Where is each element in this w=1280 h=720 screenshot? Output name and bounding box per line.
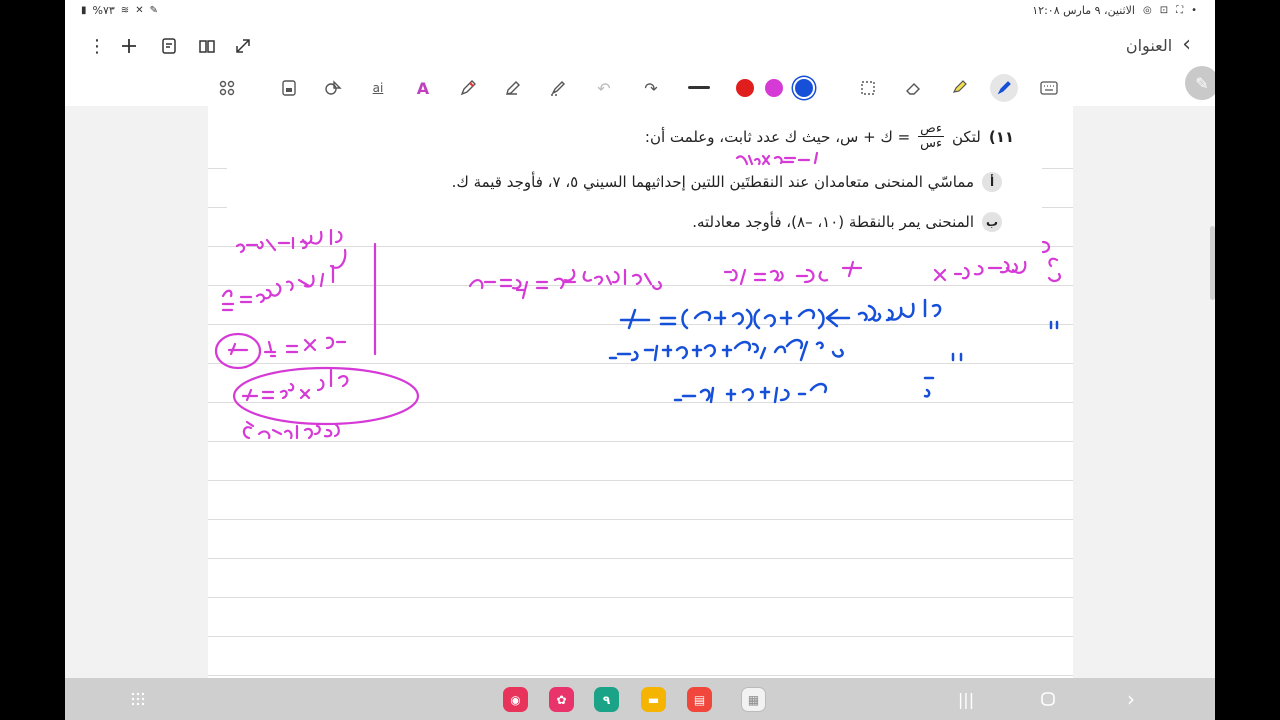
- fraction-numerator: ءص: [918, 121, 945, 137]
- tablet-screen: ▮ %٧٣ ≋ ✕ ✎ الاثنين، ٩ مارس ١٢:٠٨ ◎ ⊡ ⛶ …: [65, 0, 1215, 720]
- text-recognition-icon[interactable]: ai: [364, 74, 392, 102]
- calendar-day: ٩: [602, 692, 611, 707]
- color-magenta-swatch[interactable]: [765, 79, 783, 97]
- camera-app-icon[interactable]: ◉: [503, 687, 528, 712]
- expand-icon[interactable]: [229, 32, 257, 60]
- status-bar: ▮ %٧٣ ≋ ✕ ✎ الاثنين، ٩ مارس ١٢:٠٨ ◎ ⊡ ⛶ …: [65, 0, 1215, 22]
- color-red-swatch[interactable]: [736, 79, 754, 97]
- add-icon[interactable]: [115, 32, 143, 60]
- whatsapp-icon: ◎: [1142, 4, 1152, 16]
- part-b-text: المنحنى يمر بالنقطة (١٠، –٨)، فأوجد معاد…: [692, 213, 974, 231]
- question-box: ١١) لتكن ءص ءس = ك + س، حيث ك عدد ثابت، …: [227, 108, 1042, 238]
- keyboard-icon[interactable]: [1035, 74, 1063, 102]
- page-settings-icon[interactable]: [155, 32, 183, 60]
- notification-dot-icon: •: [1191, 4, 1197, 16]
- fraction-denominator: ءس: [920, 136, 943, 151]
- more-vertical-icon[interactable]: ⋮: [83, 32, 111, 60]
- document-title[interactable]: العنوان: [1126, 36, 1172, 55]
- undo-icon[interactable]: ↶: [590, 74, 618, 102]
- pen-tool-icon[interactable]: [454, 74, 482, 102]
- question-intro-rest: = ك + س، حيث ك عدد ثابت، وعلمت أن:: [644, 127, 911, 146]
- wifi-icon: ≋: [120, 4, 130, 16]
- part-b-badge: ب: [982, 212, 1002, 232]
- pen-status-icon: ✎: [149, 4, 158, 16]
- flower-app-icon[interactable]: ✿: [549, 687, 574, 712]
- battery-icon: ▮: [81, 4, 87, 16]
- shapes-icon[interactable]: [319, 74, 347, 102]
- datetime: الاثنين، ٩ مارس ١٢:٠٨: [1032, 4, 1135, 17]
- back-nav-icon[interactable]: ›: [1118, 686, 1144, 712]
- question-number: ١١): [988, 127, 1014, 146]
- multi-app-icon[interactable]: ▦: [741, 687, 766, 712]
- derivative-fraction: ءص ءس: [918, 121, 945, 151]
- calendar-app-icon[interactable]: ٩: [594, 687, 619, 712]
- reading-mode-icon[interactable]: [193, 32, 221, 60]
- status-right: الاثنين، ٩ مارس ١٢:٠٨ ◎ ⊡ ⛶ •: [1032, 4, 1197, 17]
- notes-app-icon[interactable]: ▤: [687, 687, 712, 712]
- eraser-icon[interactable]: [899, 74, 927, 102]
- lasso-select-icon[interactable]: [854, 74, 882, 102]
- pen-toolbar: ai A ↶ ↷: [65, 70, 1215, 106]
- redo-icon[interactable]: ↷: [637, 74, 665, 102]
- scrollbar-thumb[interactable]: [1210, 226, 1215, 300]
- text-style-icon[interactable]: A: [409, 74, 437, 102]
- part-a-badge: أ: [982, 172, 1002, 192]
- files-app-icon[interactable]: ▬: [641, 687, 666, 712]
- question-intro: ١١) لتكن ءص ءس = ك + س، حيث ك عدد ثابت، …: [645, 122, 1014, 151]
- lock-document-icon[interactable]: [275, 74, 303, 102]
- app-bar: ⋮ العنوان ‹: [65, 24, 1215, 68]
- navigation-bar: ◉ ✿ ٩ ▬ ▤ ▦ ||| ›: [65, 678, 1215, 720]
- mute-icon: ✕: [135, 4, 144, 16]
- recent-apps-icon[interactable]: |||: [953, 686, 979, 712]
- home-icon[interactable]: [1035, 686, 1061, 712]
- highlighter-icon[interactable]: [945, 74, 973, 102]
- part-b: ب المنحنى يمر بالنقطة (١٠، –٨)، فأوجد مع…: [692, 212, 1002, 232]
- part-a: أ مماسّي المنحنى متعامدان عند النقطتَين …: [452, 172, 1002, 192]
- screenshot-icon: ⛶: [1176, 4, 1184, 16]
- app-drawer-icon[interactable]: [125, 686, 151, 712]
- status-left: ▮ %٧٣ ≋ ✕ ✎: [81, 4, 158, 17]
- screen-record-icon: ⊡: [1159, 4, 1169, 16]
- pencil-tool-icon[interactable]: [499, 74, 527, 102]
- stroke-width-icon[interactable]: [685, 74, 713, 102]
- back-chevron-icon[interactable]: ‹: [1182, 34, 1191, 56]
- question-intro-prefix: لتكن: [952, 127, 981, 146]
- floating-pen-button[interactable]: ✎: [1185, 66, 1215, 100]
- battery-level: %٧٣: [92, 4, 115, 17]
- color-blue-swatch[interactable]: [795, 79, 813, 97]
- brush-tool-icon[interactable]: [544, 74, 572, 102]
- part-a-text: مماسّي المنحنى متعامدان عند النقطتَين ال…: [451, 173, 974, 191]
- apps-grid-icon[interactable]: [213, 74, 241, 102]
- title-area[interactable]: العنوان ‹: [1126, 34, 1191, 56]
- active-pen-icon[interactable]: [990, 74, 1018, 102]
